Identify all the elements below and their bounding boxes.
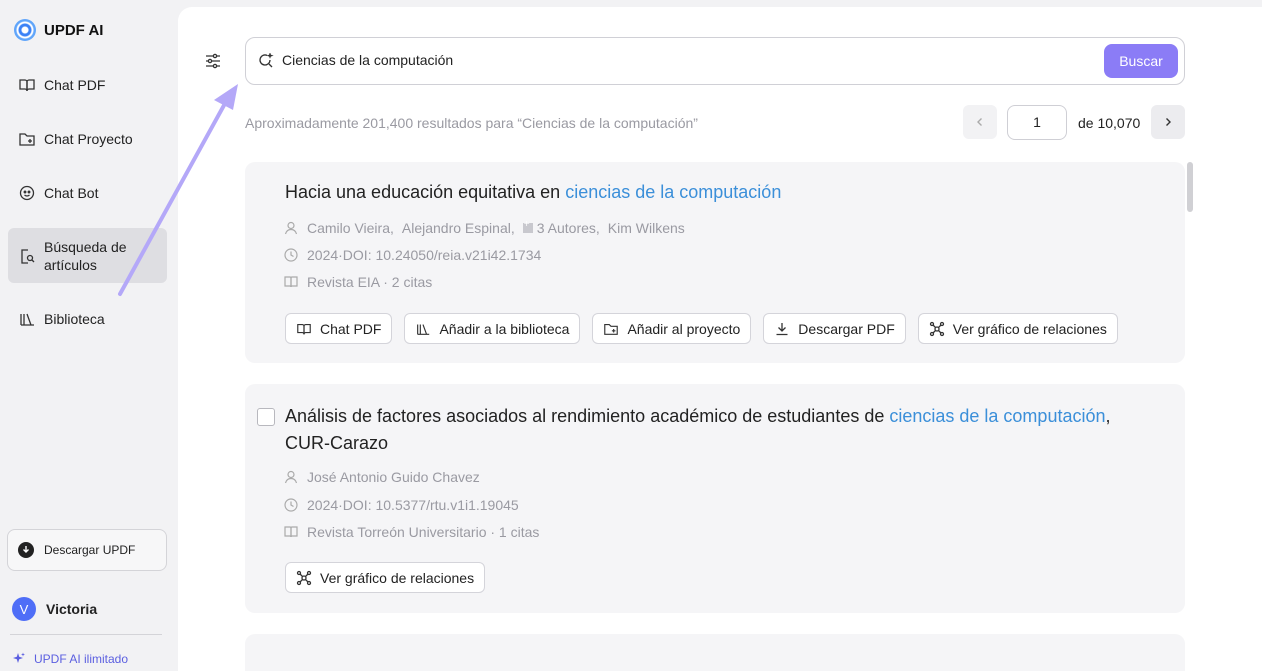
brand-name: UPDF AI	[44, 21, 104, 39]
scrollbar[interactable]	[1187, 162, 1193, 212]
search-input[interactable]	[282, 52, 1082, 68]
book-icon	[284, 526, 298, 538]
book-open-icon	[297, 323, 311, 334]
card-actions: Chat PDF Añadir a la biblioteca Añadir a…	[285, 313, 1118, 344]
download-updf-button[interactable]: Descargar UPDF	[7, 529, 167, 571]
unlimited-label: UPDF AI ilimitado	[34, 652, 129, 666]
result-card: Hacia una educación equitativa en cienci…	[245, 162, 1185, 363]
user-name: Victoria	[46, 601, 98, 617]
button-label: Añadir a la biblioteca	[439, 320, 570, 337]
download-pdf-button[interactable]: Descargar PDF	[763, 313, 906, 344]
doi-text: 2024·DOI: 10.24050/reia.v21i42.1734	[307, 247, 542, 263]
page-total: de 10,070	[1078, 115, 1141, 131]
result-card: Análisis de factores asociados al rendim…	[245, 384, 1185, 613]
sidebar-item-label: Búsqueda de artículos	[44, 238, 127, 273]
add-to-library-button[interactable]: Añadir a la biblioteca	[404, 313, 581, 344]
book-open-icon	[19, 79, 35, 92]
doi-text: 2024·DOI: 10.5377/rtu.v1i1.19045	[307, 497, 519, 513]
card-authors: José Antonio Guido Chavez	[283, 469, 480, 485]
title-text: Hacia una educación equitativa en	[285, 182, 566, 202]
view-relations-graph-button[interactable]: Ver gráfico de relaciones	[917, 313, 1118, 344]
card-title[interactable]: Análisis de factores asociados al rendim…	[285, 403, 1165, 457]
more-authors-label: 3 Autores,	[536, 220, 600, 236]
library-icon	[417, 323, 430, 335]
button-label: Añadir al proyecto	[627, 320, 741, 337]
book-icon	[284, 276, 298, 288]
main-panel: Buscar Aproximadamente 201,400 resultado…	[178, 7, 1262, 671]
sidebar-item-label: Chat Proyecto	[44, 131, 133, 147]
sparkle-icon	[13, 652, 25, 663]
avatar: V	[12, 597, 36, 621]
sidebar-item-biblioteca[interactable]: Biblioteca	[8, 306, 167, 332]
button-label: Chat PDF	[320, 320, 382, 337]
plus-icon	[522, 219, 533, 233]
more-authors-toggle[interactable]: 3 Autores,	[522, 219, 600, 236]
graph-icon	[296, 570, 312, 585]
page-number-input[interactable]: 1	[1007, 105, 1067, 140]
sidebar-item-busqueda-articulos[interactable]: Búsqueda de artículos	[8, 228, 167, 283]
search-document-icon	[21, 248, 35, 264]
ai-search-icon	[259, 53, 274, 68]
folder-plus-icon	[604, 323, 619, 335]
previous-page-button[interactable]	[963, 105, 997, 139]
download-icon	[18, 542, 34, 558]
sidebar-item-label: Chat PDF	[44, 77, 106, 93]
author-name[interactable]: Kim Wilkens	[608, 220, 685, 236]
divider	[10, 634, 162, 635]
card-authors: Camilo Vieira, Alejandro Espinal, 3 Auto…	[283, 219, 685, 236]
view-relations-graph-button[interactable]: Ver gráfico de relaciones	[285, 562, 486, 593]
search-button[interactable]: Buscar	[1104, 44, 1178, 78]
title-highlight: ciencias de la computación	[565, 182, 782, 202]
author-name[interactable]: Alejandro Espinal,	[402, 220, 515, 236]
results-summary: Aproximadamente 201,400 resultados para …	[245, 115, 698, 131]
title-text: CUR-Carazo	[285, 433, 389, 453]
user-profile[interactable]: V Victoria	[12, 597, 97, 621]
user-icon	[284, 221, 298, 235]
title-text: Análisis de factores asociados al rendim…	[285, 406, 890, 426]
journal-text: Revista EIA · 2 citas	[307, 274, 433, 290]
journal-text: Revista Torreón Universitario · 1 citas	[307, 524, 540, 540]
updf-logo-icon	[14, 19, 36, 41]
card-doi: 2024·DOI: 10.24050/reia.v21i42.1734	[283, 247, 541, 263]
sidebar-item-chat-pdf[interactable]: Chat PDF	[8, 72, 167, 98]
select-checkbox[interactable]	[257, 408, 275, 426]
card-title[interactable]: Hacia una educación equitativa en cienci…	[285, 179, 1165, 206]
clock-icon	[284, 248, 298, 262]
title-highlight: ciencias de la computación	[889, 406, 1106, 426]
download-label: Descargar UPDF	[44, 543, 136, 557]
chat-pdf-button[interactable]: Chat PDF	[285, 313, 393, 344]
title-text: ,	[1105, 406, 1111, 426]
author-name[interactable]: Camilo Vieira,	[307, 220, 394, 236]
sidebar: UPDF AI Chat PDF Chat Proyecto Chat Bot …	[0, 0, 176, 671]
bot-icon	[19, 185, 35, 201]
button-label: Ver gráfico de relaciones	[952, 320, 1107, 337]
sidebar-item-label: Chat Bot	[44, 185, 99, 201]
button-label: Descargar PDF	[798, 320, 895, 337]
sidebar-item-chat-bot[interactable]: Chat Bot	[8, 180, 167, 206]
graph-icon	[929, 321, 944, 336]
sidebar-item-chat-proyecto[interactable]: Chat Proyecto	[8, 126, 167, 152]
clock-icon	[284, 498, 298, 512]
chevron-right-icon	[1166, 118, 1171, 126]
download-icon	[776, 322, 788, 335]
card-actions: Ver gráfico de relaciones	[285, 562, 486, 593]
card-doi: 2024·DOI: 10.5377/rtu.v1i1.19045	[283, 497, 519, 513]
author-name[interactable]: José Antonio Guido Chavez	[307, 469, 480, 485]
user-icon	[284, 470, 298, 484]
library-icon	[20, 313, 34, 326]
add-to-project-button[interactable]: Añadir al proyecto	[592, 313, 752, 344]
result-card	[245, 634, 1185, 671]
next-page-button[interactable]	[1151, 105, 1185, 139]
folder-icon	[19, 133, 35, 146]
updf-ai-unlimited-link[interactable]: UPDF AI ilimitado	[12, 652, 128, 666]
card-journal: Revista EIA · 2 citas	[283, 274, 432, 290]
search-bar: Buscar	[245, 37, 1185, 85]
button-label: Ver gráfico de relaciones	[320, 569, 475, 586]
brand[interactable]: UPDF AI	[14, 19, 103, 41]
filter-settings-icon[interactable]	[204, 52, 222, 75]
chevron-left-icon	[977, 118, 982, 126]
sidebar-item-label: Biblioteca	[44, 311, 105, 327]
card-journal: Revista Torreón Universitario · 1 citas	[283, 524, 539, 540]
